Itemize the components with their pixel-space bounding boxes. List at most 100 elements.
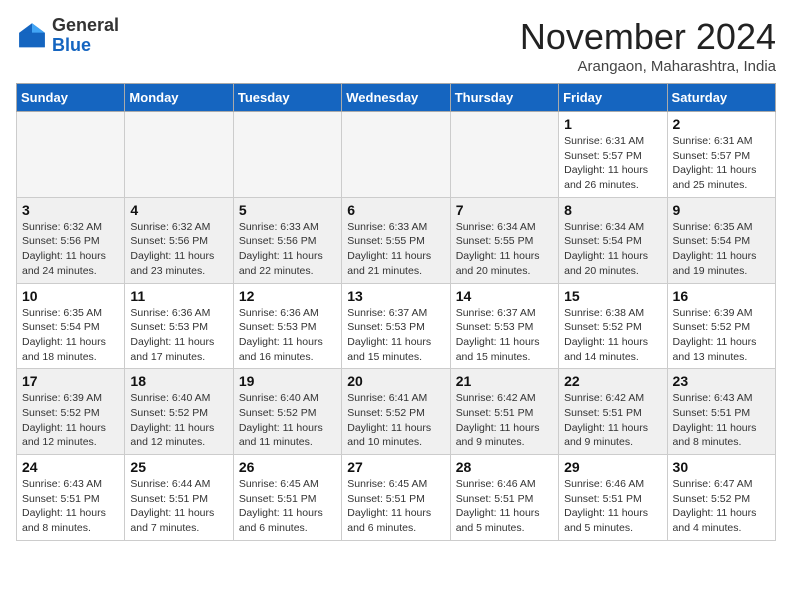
calendar-cell: 15 Sunrise: 6:38 AMSunset: 5:52 PMDayligh… bbox=[559, 283, 667, 369]
calendar-cell bbox=[125, 112, 233, 198]
month-title: November 2024 bbox=[520, 16, 776, 58]
day-info: Sunrise: 6:38 AMSunset: 5:52 PMDaylight:… bbox=[564, 306, 661, 365]
day-info: Sunrise: 6:39 AMSunset: 5:52 PMDaylight:… bbox=[673, 306, 770, 365]
calendar-cell: 17 Sunrise: 6:39 AMSunset: 5:52 PMDayligh… bbox=[17, 369, 125, 455]
day-info: Sunrise: 6:32 AMSunset: 5:56 PMDaylight:… bbox=[22, 220, 119, 279]
day-number: 21 bbox=[456, 373, 553, 389]
calendar-cell: 7 Sunrise: 6:34 AMSunset: 5:55 PMDaylight… bbox=[450, 197, 558, 283]
day-number: 29 bbox=[564, 459, 661, 475]
calendar-cell bbox=[342, 112, 450, 198]
calendar-cell: 2Sunrise: 6:31 AMSunset: 5:57 PMDaylight… bbox=[667, 112, 775, 198]
day-info: Sunrise: 6:39 AMSunset: 5:52 PMDaylight:… bbox=[22, 391, 119, 450]
page-header: General Blue November 2024 Arangaon, Mah… bbox=[16, 16, 776, 75]
day-number: 17 bbox=[22, 373, 119, 389]
day-number: 8 bbox=[564, 202, 661, 218]
calendar-week-5: 24 Sunrise: 6:43 AMSunset: 5:51 PMDayligh… bbox=[17, 455, 776, 541]
title-block: November 2024 Arangaon, Maharashtra, Ind… bbox=[520, 16, 776, 75]
day-info: Sunrise: 6:33 AMSunset: 5:55 PMDaylight:… bbox=[347, 220, 444, 279]
day-info: Sunrise: 6:40 AMSunset: 5:52 PMDaylight:… bbox=[239, 391, 336, 450]
calendar-week-4: 17 Sunrise: 6:39 AMSunset: 5:52 PMDayligh… bbox=[17, 369, 776, 455]
day-info: Sunrise: 6:34 AMSunset: 5:54 PMDaylight:… bbox=[564, 220, 661, 279]
calendar-cell: 25Sunrise: 6:44 AMSunset: 5:51 PMDayligh… bbox=[125, 455, 233, 541]
calendar-cell: 28Sunrise: 6:46 AMSunset: 5:51 PMDayligh… bbox=[450, 455, 558, 541]
calendar-cell: 11Sunrise: 6:36 AMSunset: 5:53 PMDayligh… bbox=[125, 283, 233, 369]
location: Arangaon, Maharashtra, India bbox=[520, 58, 776, 75]
calendar-cell: 8 Sunrise: 6:34 AMSunset: 5:54 PMDaylight… bbox=[559, 197, 667, 283]
day-number: 23 bbox=[673, 373, 770, 389]
calendar-cell: 13 Sunrise: 6:37 AMSunset: 5:53 PMDayligh… bbox=[342, 283, 450, 369]
day-info: Sunrise: 6:35 AMSunset: 5:54 PMDaylight:… bbox=[673, 220, 770, 279]
calendar-cell: 24 Sunrise: 6:43 AMSunset: 5:51 PMDayligh… bbox=[17, 455, 125, 541]
day-number: 1 bbox=[564, 116, 661, 132]
calendar-cell: 18 Sunrise: 6:40 AMSunset: 5:52 PMDayligh… bbox=[125, 369, 233, 455]
weekday-header-monday: Monday bbox=[125, 84, 233, 112]
day-number: 15 bbox=[564, 288, 661, 304]
day-number: 9 bbox=[673, 202, 770, 218]
day-info: Sunrise: 6:35 AMSunset: 5:54 PMDaylight:… bbox=[22, 306, 119, 365]
calendar-cell: 16Sunrise: 6:39 AMSunset: 5:52 PMDayligh… bbox=[667, 283, 775, 369]
calendar-cell: 19 Sunrise: 6:40 AMSunset: 5:52 PMDayligh… bbox=[233, 369, 341, 455]
logo: General Blue bbox=[16, 16, 119, 56]
day-info: Sunrise: 6:43 AMSunset: 5:51 PMDaylight:… bbox=[673, 391, 770, 450]
calendar-cell: 6Sunrise: 6:33 AMSunset: 5:55 PMDaylight… bbox=[342, 197, 450, 283]
calendar-cell: 10 Sunrise: 6:35 AMSunset: 5:54 PMDayligh… bbox=[17, 283, 125, 369]
calendar-cell: 3 Sunrise: 6:32 AMSunset: 5:56 PMDaylight… bbox=[17, 197, 125, 283]
weekday-header-sunday: Sunday bbox=[17, 84, 125, 112]
day-info: Sunrise: 6:40 AMSunset: 5:52 PMDaylight:… bbox=[130, 391, 227, 450]
calendar-cell: 27Sunrise: 6:45 AMSunset: 5:51 PMDayligh… bbox=[342, 455, 450, 541]
calendar-cell: 12 Sunrise: 6:36 AMSunset: 5:53 PMDayligh… bbox=[233, 283, 341, 369]
day-info: Sunrise: 6:31 AMSunset: 5:57 PMDaylight:… bbox=[564, 134, 661, 193]
day-info: Sunrise: 6:43 AMSunset: 5:51 PMDaylight:… bbox=[22, 477, 119, 536]
calendar-cell: 29 Sunrise: 6:46 AMSunset: 5:51 PMDayligh… bbox=[559, 455, 667, 541]
calendar-cell: 1 Sunrise: 6:31 AMSunset: 5:57 PMDaylight… bbox=[559, 112, 667, 198]
weekday-header-wednesday: Wednesday bbox=[342, 84, 450, 112]
day-number: 7 bbox=[456, 202, 553, 218]
calendar-cell: 30 Sunrise: 6:47 AMSunset: 5:52 PMDayligh… bbox=[667, 455, 775, 541]
day-number: 10 bbox=[22, 288, 119, 304]
day-number: 22 bbox=[564, 373, 661, 389]
day-info: Sunrise: 6:37 AMSunset: 5:53 PMDaylight:… bbox=[347, 306, 444, 365]
calendar-cell: 4 Sunrise: 6:32 AMSunset: 5:56 PMDaylight… bbox=[125, 197, 233, 283]
day-info: Sunrise: 6:34 AMSunset: 5:55 PMDaylight:… bbox=[456, 220, 553, 279]
day-info: Sunrise: 6:36 AMSunset: 5:53 PMDaylight:… bbox=[239, 306, 336, 365]
calendar: SundayMondayTuesdayWednesdayThursdayFrid… bbox=[16, 83, 776, 541]
day-info: Sunrise: 6:42 AMSunset: 5:51 PMDaylight:… bbox=[564, 391, 661, 450]
logo-text: General Blue bbox=[52, 16, 119, 56]
logo-icon bbox=[16, 20, 48, 52]
logo-blue: Blue bbox=[52, 35, 91, 55]
day-number: 30 bbox=[673, 459, 770, 475]
calendar-cell bbox=[450, 112, 558, 198]
day-info: Sunrise: 6:45 AMSunset: 5:51 PMDaylight:… bbox=[239, 477, 336, 536]
day-info: Sunrise: 6:41 AMSunset: 5:52 PMDaylight:… bbox=[347, 391, 444, 450]
logo-general: General bbox=[52, 15, 119, 35]
day-number: 19 bbox=[239, 373, 336, 389]
day-number: 20 bbox=[347, 373, 444, 389]
calendar-cell: 9 Sunrise: 6:35 AMSunset: 5:54 PMDaylight… bbox=[667, 197, 775, 283]
calendar-cell: 5Sunrise: 6:33 AMSunset: 5:56 PMDaylight… bbox=[233, 197, 341, 283]
day-number: 24 bbox=[22, 459, 119, 475]
weekday-header-friday: Friday bbox=[559, 84, 667, 112]
day-info: Sunrise: 6:37 AMSunset: 5:53 PMDaylight:… bbox=[456, 306, 553, 365]
day-info: Sunrise: 6:42 AMSunset: 5:51 PMDaylight:… bbox=[456, 391, 553, 450]
calendar-cell: 22 Sunrise: 6:42 AMSunset: 5:51 PMDayligh… bbox=[559, 369, 667, 455]
day-info: Sunrise: 6:46 AMSunset: 5:51 PMDaylight:… bbox=[456, 477, 553, 536]
day-number: 4 bbox=[130, 202, 227, 218]
day-info: Sunrise: 6:32 AMSunset: 5:56 PMDaylight:… bbox=[130, 220, 227, 279]
day-info: Sunrise: 6:31 AMSunset: 5:57 PMDaylight:… bbox=[673, 134, 770, 193]
day-number: 12 bbox=[239, 288, 336, 304]
calendar-cell bbox=[233, 112, 341, 198]
calendar-cell: 14Sunrise: 6:37 AMSunset: 5:53 PMDayligh… bbox=[450, 283, 558, 369]
day-info: Sunrise: 6:44 AMSunset: 5:51 PMDaylight:… bbox=[130, 477, 227, 536]
day-number: 18 bbox=[130, 373, 227, 389]
day-number: 27 bbox=[347, 459, 444, 475]
day-number: 3 bbox=[22, 202, 119, 218]
calendar-week-3: 10 Sunrise: 6:35 AMSunset: 5:54 PMDayligh… bbox=[17, 283, 776, 369]
day-number: 5 bbox=[239, 202, 336, 218]
calendar-cell bbox=[17, 112, 125, 198]
day-number: 13 bbox=[347, 288, 444, 304]
day-info: Sunrise: 6:47 AMSunset: 5:52 PMDaylight:… bbox=[673, 477, 770, 536]
day-info: Sunrise: 6:36 AMSunset: 5:53 PMDaylight:… bbox=[130, 306, 227, 365]
calendar-cell: 20 Sunrise: 6:41 AMSunset: 5:52 PMDayligh… bbox=[342, 369, 450, 455]
day-number: 26 bbox=[239, 459, 336, 475]
day-info: Sunrise: 6:46 AMSunset: 5:51 PMDaylight:… bbox=[564, 477, 661, 536]
